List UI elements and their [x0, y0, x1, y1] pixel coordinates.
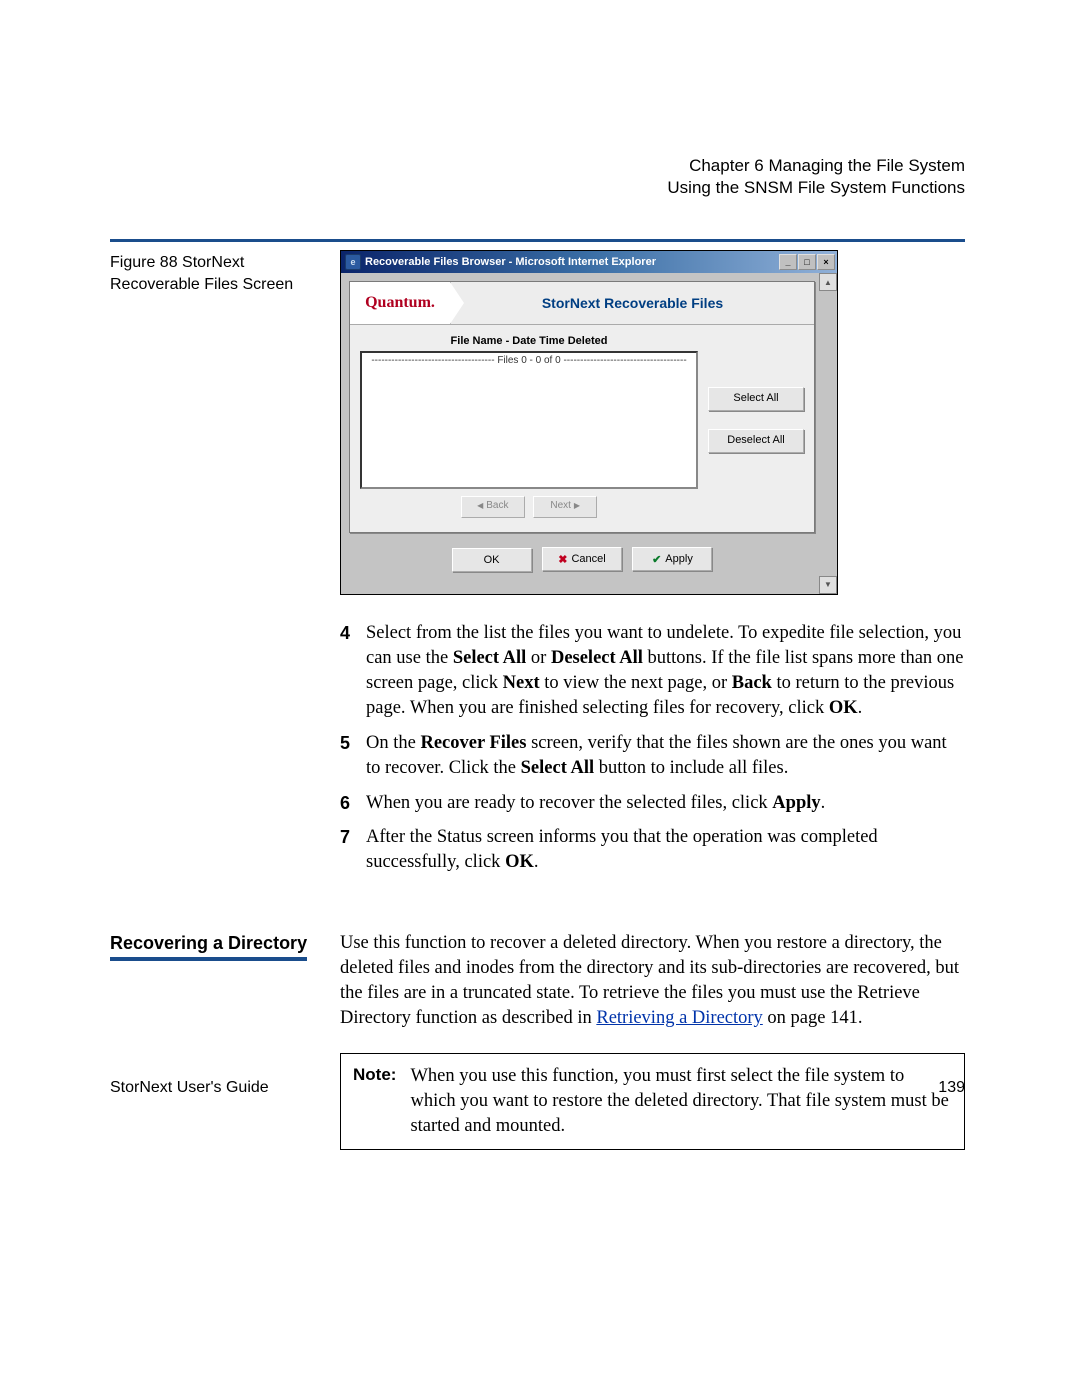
x-icon: ✖	[558, 553, 567, 566]
retrieve-directory-link[interactable]: Retrieving a Directory	[596, 1008, 762, 1028]
note-label: Note:	[353, 1064, 396, 1139]
step-7: After the Status screen informs you that…	[366, 825, 965, 875]
window-titlebar[interactable]: e Recoverable Files Browser - Microsoft …	[341, 251, 837, 273]
footer-page-number: 139	[938, 1079, 965, 1097]
maximize-button[interactable]: □	[798, 254, 816, 270]
step-num-5: 5	[340, 731, 366, 781]
note-box: Note: When you use this function, you mu…	[340, 1053, 965, 1150]
scroll-down-icon[interactable]: ▼	[819, 576, 837, 594]
window-title: Recoverable Files Browser - Microsoft In…	[365, 256, 656, 268]
step-6: When you are ready to recover the select…	[366, 791, 965, 816]
scroll-up-icon[interactable]: ▲	[819, 273, 837, 291]
next-button[interactable]: Next	[533, 496, 597, 518]
back-button[interactable]: Back	[461, 496, 525, 518]
apply-button[interactable]: ✔Apply	[632, 547, 712, 571]
close-button[interactable]: ×	[817, 254, 835, 270]
ok-button[interactable]: OK	[452, 548, 532, 572]
file-list[interactable]: ------------------------------------- Fi…	[360, 351, 698, 489]
step-num-4: 4	[340, 621, 366, 721]
file-list-header: File Name - Date Time Deleted	[360, 335, 698, 347]
brand-logo: Quantum.	[350, 282, 451, 324]
page-footer: StorNext User's Guide 139	[110, 1079, 965, 1097]
chapter-header: Chapter 6 Managing the File System Using…	[110, 155, 965, 199]
footer-left: StorNext User's Guide	[110, 1079, 269, 1097]
deselect-all-button[interactable]: Deselect All	[708, 429, 804, 453]
ie-icon: e	[345, 254, 361, 270]
section-rule	[110, 239, 965, 242]
minimize-button[interactable]: _	[779, 254, 797, 270]
section-body: Use this function to recover a deleted d…	[340, 931, 965, 1150]
select-all-button[interactable]: Select All	[708, 387, 804, 411]
chapter-subtitle: Using the SNSM File System Functions	[110, 177, 965, 199]
step-num-6: 6	[340, 791, 366, 816]
step-4: Select from the list the files you want …	[366, 621, 965, 721]
recoverable-files-card: Quantum. StorNext Recoverable Files File…	[349, 281, 815, 533]
file-range-text: ------------------------------------- Fi…	[371, 355, 686, 366]
card-title: StorNext Recoverable Files	[451, 295, 814, 311]
figure-caption: Figure 88 StorNext Recoverable Files Scr…	[110, 250, 340, 295]
step-list: 4 Select from the list the files you wan…	[340, 621, 965, 876]
check-icon: ✔	[652, 553, 661, 566]
step-5: On the Recover Files screen, verify that…	[366, 731, 965, 781]
cancel-button[interactable]: ✖Cancel	[542, 547, 622, 571]
note-text: When you use this function, you must fir…	[410, 1064, 952, 1139]
recoverable-files-window: e Recoverable Files Browser - Microsoft …	[340, 250, 838, 595]
chapter-line: Chapter 6 Managing the File System	[110, 155, 965, 177]
section-heading: Recovering a Directory	[110, 931, 340, 1150]
step-num-7: 7	[340, 825, 366, 875]
